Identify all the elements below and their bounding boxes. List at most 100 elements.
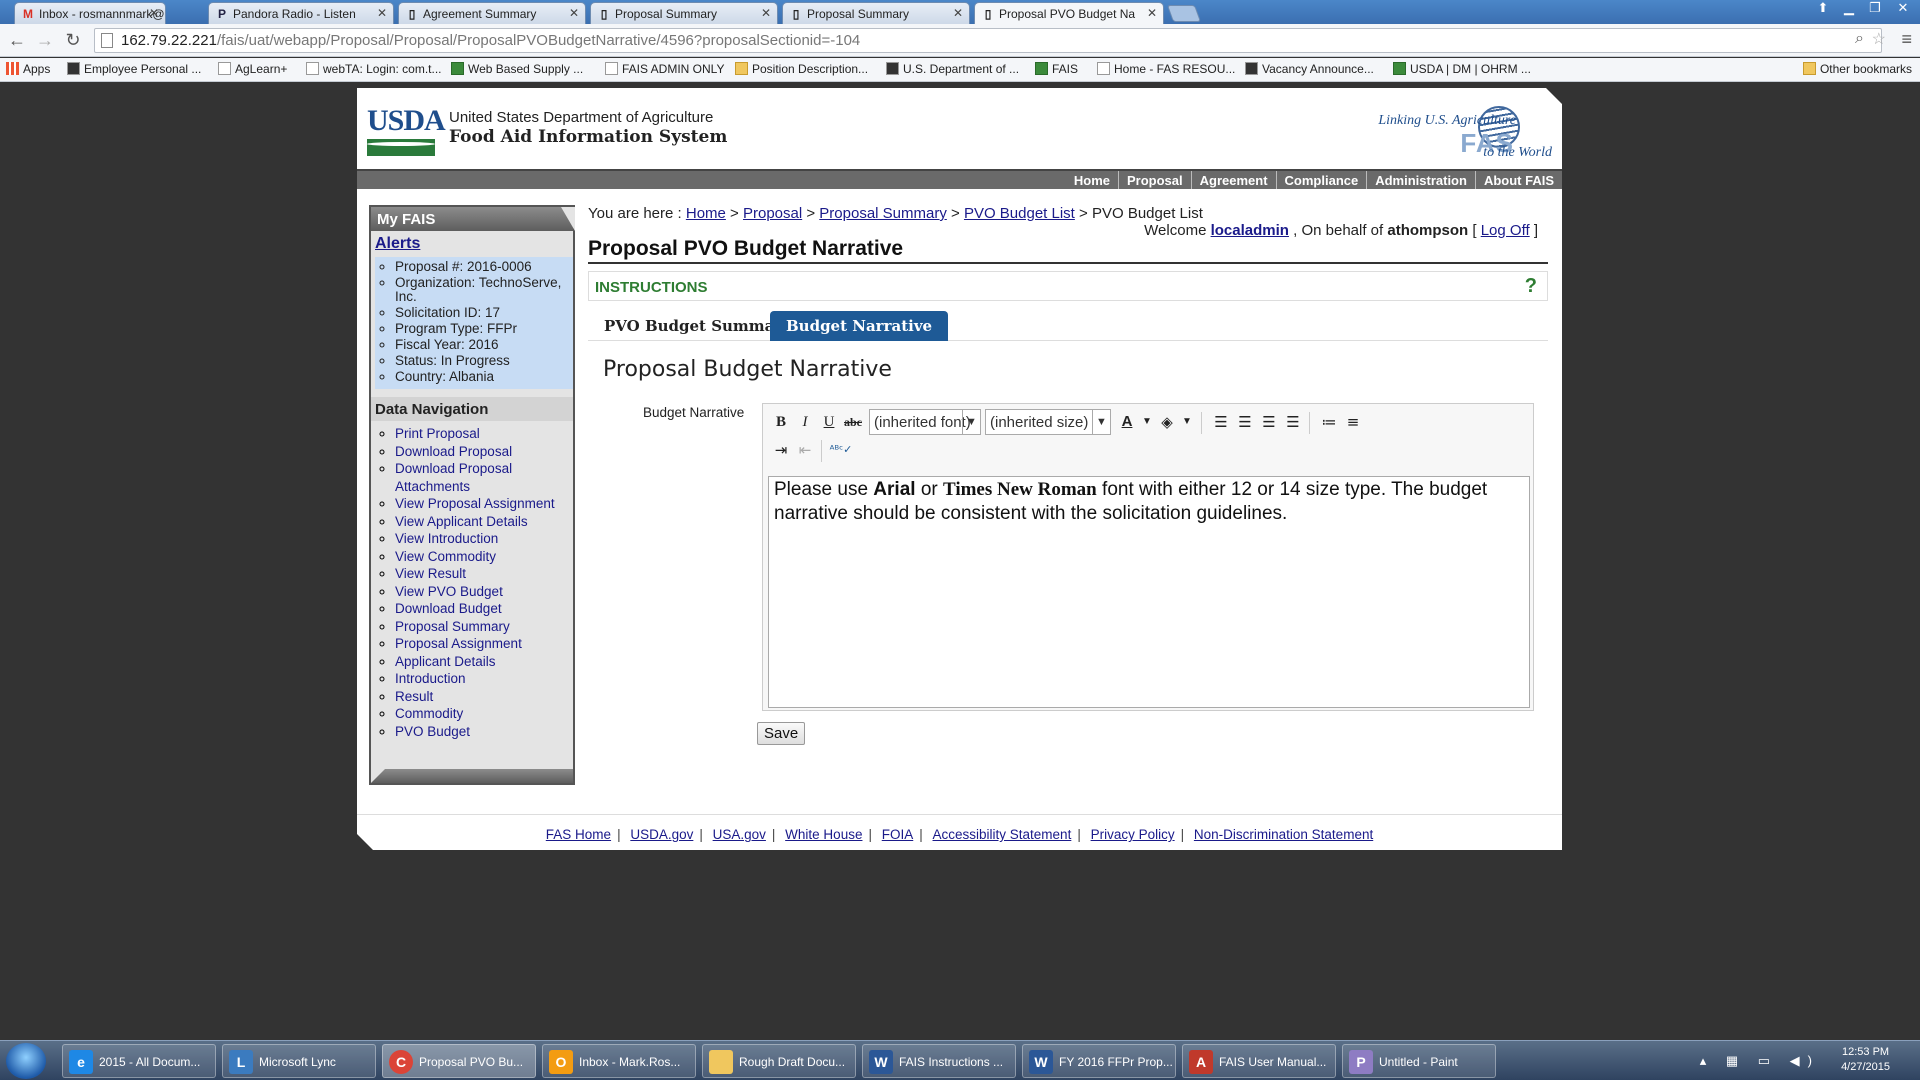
user-icon[interactable]: ⬆ — [1810, 0, 1836, 18]
system-tray-icons[interactable]: ▴ ▦ ▭ ◀) — [1700, 1053, 1820, 1069]
font-family-select[interactable]: (inherited font) ▼ — [869, 409, 981, 435]
sidebar-link-view-applicant-details[interactable]: View Applicant Details — [395, 514, 528, 529]
spellcheck-icon[interactable]: ᴬᴮᶜ✓ — [829, 438, 853, 462]
sidebar-link-print-proposal[interactable]: Print Proposal — [395, 426, 480, 441]
close-icon[interactable]: ✕ — [1147, 6, 1157, 20]
logoff-link[interactable]: Log Off — [1481, 222, 1530, 239]
budget-narrative-editor[interactable]: Please use Arial or Times New Roman font… — [768, 476, 1530, 708]
bookmark-item[interactable]: Employee Personal ... — [67, 62, 201, 76]
bold-icon[interactable]: B — [769, 410, 793, 434]
close-icon[interactable]: ✕ — [569, 6, 579, 20]
indent-icon[interactable]: ⇥ — [769, 438, 793, 462]
bookmark-item[interactable]: USDA | DM | OHRM ... — [1393, 62, 1531, 76]
close-icon[interactable]: ✕ — [149, 6, 159, 20]
bullet-list-icon[interactable]: ≔ — [1317, 410, 1341, 434]
breadcrumb-proposal[interactable]: Proposal — [743, 205, 802, 222]
browser-tab-active[interactable]: ▯ Proposal PVO Budget Na ✕ — [974, 2, 1164, 25]
breadcrumb-proposal-summary[interactable]: Proposal Summary — [819, 205, 947, 222]
close-icon[interactable]: ✕ — [377, 6, 387, 20]
sidebar-link-view-commodity[interactable]: View Commodity — [395, 549, 496, 564]
sidebar-link-view-proposal-assignment[interactable]: View Proposal Assignment — [395, 496, 555, 511]
sidebar-link-download-attachments[interactable]: Download Proposal Attachments — [395, 461, 512, 494]
taskbar-clock[interactable]: 12:53 PM 4/27/2015 — [1841, 1045, 1890, 1075]
outdent-icon[interactable]: ⇤ — [793, 438, 817, 462]
taskbar-item[interactable]: W FY 2016 FFPr Prop... — [1022, 1044, 1176, 1078]
browser-tab-proposal-summary-1[interactable]: ▯ Proposal Summary ✕ — [590, 2, 778, 24]
taskbar-item[interactable]: C Proposal PVO Bu... — [382, 1044, 536, 1078]
close-window-icon[interactable]: ✕ — [1890, 0, 1916, 18]
nav-about-fais[interactable]: About FAIS — [1474, 171, 1562, 189]
chevron-down-icon[interactable]: ▼ — [1175, 410, 1199, 434]
save-button[interactable]: Save — [757, 722, 806, 745]
help-icon[interactable]: ? — [1525, 275, 1537, 298]
alerts-link[interactable]: Alerts — [375, 235, 420, 252]
nav-compliance[interactable]: Compliance — [1275, 171, 1367, 189]
address-bar[interactable]: 162.79.22.221/fais/uat/webapp/Proposal/P… — [94, 28, 1882, 53]
taskbar-item[interactable]: O Inbox - Mark.Ros... — [542, 1044, 696, 1078]
underline-icon[interactable]: U — [817, 410, 841, 434]
windows-start-icon[interactable] — [6, 1043, 46, 1079]
browser-tab-pandora[interactable]: P Pandora Radio - Listen ✕ — [208, 2, 394, 24]
bookmark-apps[interactable]: Apps — [6, 62, 50, 76]
browser-tab-proposal-summary-2[interactable]: ▯ Proposal Summary ✕ — [782, 2, 970, 24]
bookmark-item[interactable]: FAIS ADMIN ONLY — [605, 62, 724, 76]
sidebar-link-proposal-assignment[interactable]: Proposal Assignment — [395, 636, 522, 651]
nav-home[interactable]: Home — [1066, 171, 1118, 189]
tab-budget-narrative[interactable]: Budget Narrative — [770, 311, 949, 341]
align-right-icon[interactable]: ☰ — [1257, 410, 1281, 434]
breadcrumb-pvo-budget-list[interactable]: PVO Budget List — [964, 205, 1075, 222]
sidebar-link-proposal-summary[interactable]: Proposal Summary — [395, 619, 510, 634]
taskbar-item[interactable]: L Microsoft Lync — [222, 1044, 376, 1078]
bookmark-star-icon[interactable]: ☆ — [1872, 29, 1886, 49]
bookmark-item[interactable]: Web Based Supply ... — [451, 62, 583, 76]
sidebar-link-view-result[interactable]: View Result — [395, 566, 466, 581]
search-icon[interactable]: ⌕ — [1855, 30, 1864, 48]
strikethrough-icon[interactable]: abc — [841, 410, 865, 434]
numbered-list-icon[interactable]: ≡ — [1341, 410, 1365, 434]
bookmark-item[interactable]: AgLearn+ — [218, 62, 287, 76]
forward-arrow-icon[interactable]: → — [34, 30, 56, 50]
footer-link-foia[interactable]: FOIA — [882, 827, 914, 842]
back-arrow-icon[interactable]: ← — [6, 30, 28, 50]
taskbar-item[interactable]: W FAIS Instructions ... — [862, 1044, 1016, 1078]
footer-link-white-house[interactable]: White House — [785, 827, 862, 842]
breadcrumb-home[interactable]: Home — [686, 205, 726, 222]
close-icon[interactable]: ✕ — [953, 6, 963, 20]
close-icon[interactable]: ✕ — [761, 6, 771, 20]
sidebar-link-commodity[interactable]: Commodity — [395, 706, 463, 721]
align-left-icon[interactable]: ☰ — [1209, 410, 1233, 434]
align-center-icon[interactable]: ☰ — [1233, 410, 1257, 434]
sidebar-link-view-introduction[interactable]: View Introduction — [395, 531, 498, 546]
bookmark-item[interactable]: webTA: Login: com.t... — [306, 62, 442, 76]
bookmark-item[interactable]: U.S. Department of ... — [886, 62, 1019, 76]
bookmark-item[interactable]: FAIS — [1035, 62, 1078, 76]
align-justify-icon[interactable]: ☰ — [1281, 410, 1305, 434]
footer-link-accessibility[interactable]: Accessibility Statement — [933, 827, 1072, 842]
bookmark-item[interactable]: Home - FAS RESOU... — [1097, 62, 1235, 76]
footer-link-usa[interactable]: USA.gov — [713, 827, 766, 842]
usda-logo[interactable]: USDA — [367, 106, 446, 156]
taskbar-item[interactable]: Rough Draft Docu... — [702, 1044, 856, 1078]
other-bookmarks[interactable]: Other bookmarks — [1802, 62, 1912, 76]
sidebar-link-result[interactable]: Result — [395, 689, 433, 704]
sidebar-link-introduction[interactable]: Introduction — [395, 671, 466, 686]
sidebar-link-applicant-details[interactable]: Applicant Details — [395, 654, 496, 669]
taskbar-item[interactable]: e 2015 - All Docum... — [62, 1044, 216, 1078]
sidebar-link-download-budget[interactable]: Download Budget — [395, 601, 502, 616]
restore-icon[interactable]: ❐ — [1862, 0, 1888, 18]
footer-link-privacy[interactable]: Privacy Policy — [1091, 827, 1175, 842]
reload-icon[interactable]: ↻ — [62, 30, 84, 50]
bookmark-item[interactable]: Vacancy Announce... — [1245, 62, 1374, 76]
minimize-icon[interactable]: ▁ — [1836, 0, 1862, 18]
taskbar-item[interactable]: P Untitled - Paint — [1342, 1044, 1496, 1078]
browser-tab-gmail[interactable]: M Inbox - rosmannmark@g ✕ — [14, 2, 166, 24]
sidebar-link-pvo-budget[interactable]: PVO Budget — [395, 724, 470, 739]
nav-agreement[interactable]: Agreement — [1190, 171, 1276, 189]
instructions-panel[interactable]: INSTRUCTIONS ? — [588, 271, 1548, 301]
taskbar-item[interactable]: A FAIS User Manual... — [1182, 1044, 1336, 1078]
nav-administration[interactable]: Administration — [1366, 171, 1475, 189]
sidebar-link-download-proposal[interactable]: Download Proposal — [395, 444, 512, 459]
font-size-select[interactable]: (inherited size) ▼ — [985, 409, 1111, 435]
browser-tab-agreement-summary[interactable]: ▯ Agreement Summary ✕ — [398, 2, 586, 24]
user-link[interactable]: localadmin — [1211, 222, 1289, 239]
